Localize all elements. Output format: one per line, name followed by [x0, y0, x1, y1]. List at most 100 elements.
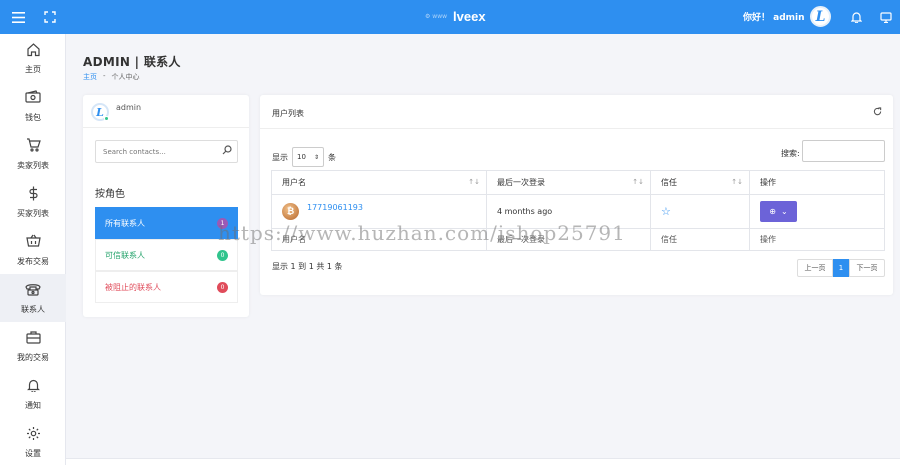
star-icon[interactable]: ☆ [661, 205, 671, 218]
chevron-down-icon: ⌄ [781, 207, 788, 216]
contact-search [95, 140, 238, 163]
next-page-button[interactable]: 下一页 [849, 259, 885, 277]
user-avatar[interactable]: L [810, 6, 831, 27]
sidebar-item-contacts[interactable]: 联系人 [0, 274, 66, 322]
column-label: 操作 [760, 178, 776, 187]
footer-label: 最后一次登录 [486, 228, 651, 251]
sidebar-item-label: 我的交易 [17, 352, 49, 362]
sidebar-item-label: 卖家列表 [17, 160, 49, 170]
length-prefix: 显示 [272, 152, 288, 162]
sidebar-item-sellers[interactable]: 卖家列表 [0, 130, 66, 178]
sort-icon: ↑↓ [468, 178, 480, 186]
pagination: 上一页 1 下一页 [797, 259, 885, 277]
cart-icon [26, 137, 41, 154]
footer-label: 用户名 [271, 228, 487, 251]
breadcrumb-home-link[interactable]: 主页 [83, 72, 97, 82]
gear-icon [26, 426, 41, 442]
column-label: 用户名 [282, 178, 306, 187]
column-label: 最后一次登录 [497, 178, 545, 187]
column-header-last-login[interactable]: 最后一次登录 ↑↓ [486, 170, 651, 195]
breadcrumb: 主页 - 个人中心 [83, 72, 140, 82]
action-dropdown-button[interactable]: ⊕ ⌄ [760, 201, 797, 222]
breadcrumb-current: 个人中心 [111, 73, 140, 81]
top-bar: ⚙ www lveex 你好！ admin L [0, 0, 900, 34]
plus-circle-icon: ⊕ [769, 207, 776, 216]
count-badge: 1 [217, 218, 228, 229]
role-filter-blocked[interactable]: 被阻止的联系人 0 [95, 271, 238, 303]
page-number-button[interactable]: 1 [833, 259, 849, 277]
sidebar-item-post-trade[interactable]: 发布交易 [0, 226, 66, 274]
sort-icon: ↑↓ [632, 178, 644, 186]
footer-label: 操作 [749, 228, 885, 251]
search-input[interactable] [96, 141, 214, 162]
role-filter-all[interactable]: 所有联系人 1 [95, 207, 238, 239]
refresh-icon[interactable] [873, 107, 882, 119]
sort-icon: ↑↓ [731, 178, 743, 186]
bitcoin-avatar-icon: ₿ [282, 203, 299, 220]
actions-cell: ⊕ ⌄ [749, 194, 885, 229]
greeting-text: 你好！ admin [743, 13, 805, 23]
sidebar-item-notifications[interactable]: 通知 [0, 370, 66, 418]
bell-icon [26, 378, 40, 394]
basket-icon [25, 234, 41, 250]
wallet-icon [25, 89, 41, 106]
role-section-title: 按角色 [95, 189, 125, 200]
column-label: 信任 [661, 178, 677, 187]
last-login-cell: 4 months ago [486, 194, 651, 229]
page-length-select[interactable]: 10 ⇕ [292, 147, 324, 167]
sort-arrows-icon: ⇕ [313, 153, 319, 161]
contacts-panel: L admin 按角色 所有联系人 1 可信联系人 0 被阻止的联系人 0 [83, 95, 249, 317]
users-table: 用户名 ↑↓ 最后一次登录 ↑↓ 信任 ↑↓ 操作 ₿ 17719061193 … [271, 170, 885, 251]
sidebar-item-label: 联系人 [21, 304, 45, 314]
panel-username: admin [116, 103, 142, 112]
sidebar: 主页 钱包 卖家列表 买家列表 发布交易 联系人 我的交易 通知 设置 [0, 34, 66, 465]
sidebar-item-settings[interactable]: 设置 [0, 418, 66, 465]
role-label: 所有联系人 [105, 218, 145, 228]
username-link[interactable]: 17719061193 [307, 203, 363, 212]
sidebar-item-label: 通知 [25, 400, 41, 410]
trust-cell: ☆ [650, 194, 750, 229]
divider [260, 128, 893, 129]
table-footer-row: 用户名 最后一次登录 信任 操作 [271, 228, 885, 251]
fullscreen-icon[interactable] [42, 9, 58, 25]
brand-name: lveex [453, 8, 486, 24]
table-search-input[interactable] [802, 140, 885, 162]
bell-icon[interactable] [848, 9, 864, 25]
table-row: ₿ 17719061193 4 months ago ☆ ⊕ ⌄ [271, 194, 885, 229]
sidebar-item-wallet[interactable]: 钱包 [0, 82, 66, 130]
column-header-trust[interactable]: 信任 ↑↓ [650, 170, 750, 195]
username-cell: ₿ 17719061193 [271, 194, 487, 229]
role-label: 被阻止的联系人 [105, 282, 161, 292]
monitor-icon[interactable] [878, 9, 894, 25]
table-search-label: 搜索: [781, 149, 800, 158]
contacts-panel-header: L admin [83, 95, 249, 128]
page-length-control: 显示 10 ⇕ 条 [272, 147, 336, 167]
sidebar-item-home[interactable]: 主页 [0, 34, 66, 82]
sidebar-item-label: 钱包 [25, 112, 41, 122]
prev-page-button[interactable]: 上一页 [797, 259, 833, 277]
column-header-username[interactable]: 用户名 ↑↓ [271, 170, 487, 195]
online-status-dot [104, 116, 109, 121]
menu-icon[interactable] [10, 9, 26, 25]
brand-mark: ⚙ www [425, 12, 448, 20]
sidebar-item-label: 设置 [25, 448, 41, 458]
sidebar-item-buyers[interactable]: 买家列表 [0, 178, 66, 226]
page-length-value: 10 [297, 153, 306, 161]
role-filter-trusted[interactable]: 可信联系人 0 [95, 239, 238, 271]
phone-icon [25, 282, 41, 298]
table-info: 显示 1 到 1 共 1 条 [272, 262, 343, 271]
bottom-bar [66, 458, 900, 465]
footer-label: 信任 [650, 228, 750, 251]
sidebar-item-label: 发布交易 [17, 256, 49, 266]
dollar-icon [28, 186, 39, 202]
sidebar-item-label: 买家列表 [17, 208, 49, 218]
sidebar-item-my-trades[interactable]: 我的交易 [0, 322, 66, 370]
search-icon[interactable] [222, 145, 232, 158]
page-title: ADMIN | 联系人 [83, 55, 181, 69]
brand-logo[interactable]: ⚙ www lveex [425, 7, 486, 25]
breadcrumb-separator: - [103, 72, 106, 80]
count-badge: 0 [217, 282, 228, 293]
column-header-actions: 操作 [749, 170, 885, 195]
length-suffix: 条 [328, 152, 336, 162]
sidebar-item-label: 主页 [25, 64, 41, 74]
